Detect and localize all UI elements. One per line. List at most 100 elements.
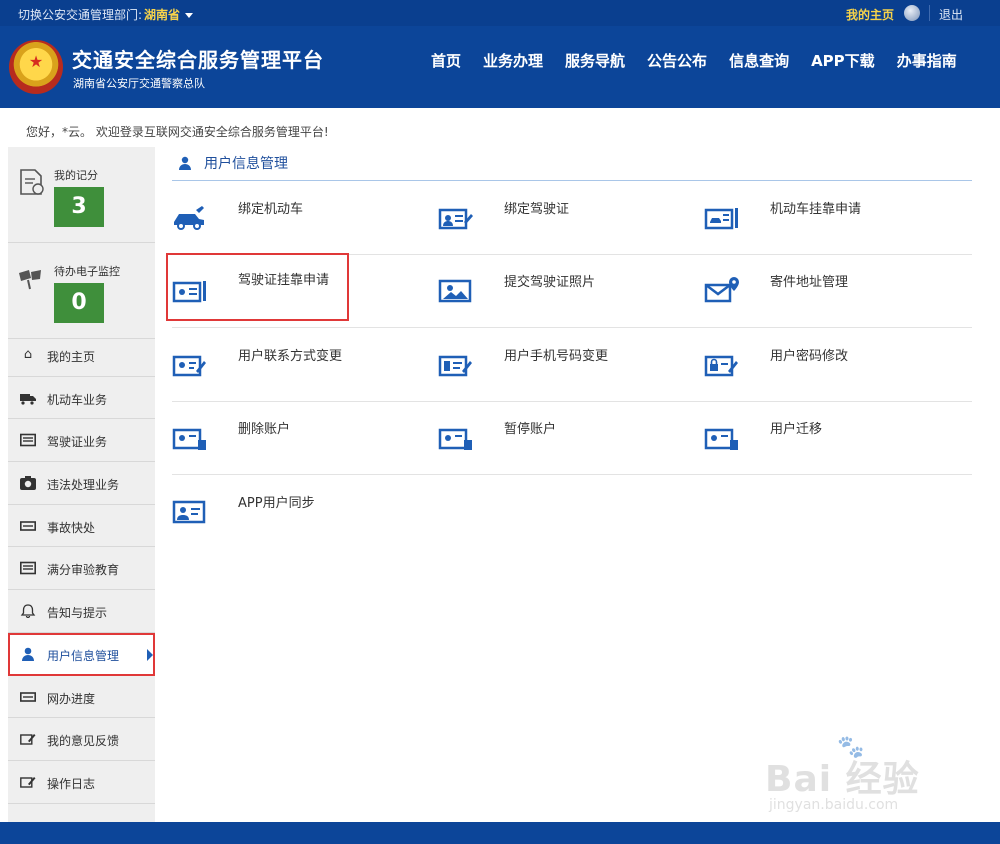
top-bar: 切换公安交通管理部门: 湖南省 我的主页 退出 (0, 0, 1000, 26)
item-label: 用户迁移 (770, 422, 823, 437)
user-icon (179, 156, 191, 170)
header: ★ 交通安全综合服务管理平台 湖南省公安厅交通警察总队 首页 业务办理 服务导航… (0, 26, 1000, 108)
password-change-item[interactable]: 用户密码修改 (704, 329, 970, 402)
bell-icon (20, 604, 36, 619)
delete-account-item[interactable]: 删除账户 (172, 402, 438, 475)
active-arrow-icon (147, 648, 153, 661)
nav-service-guide[interactable]: 服务导航 (554, 50, 636, 71)
sidebar-item-vehicle-business[interactable]: 机动车业务 (8, 377, 155, 420)
service-row: APP用户同步 (172, 476, 972, 549)
main-nav: 首页 业务办理 服务导航 公告公布 信息查询 APP下载 办事指南 (420, 50, 968, 71)
service-row: 绑定机动车 绑定驾驶证 机动车挂靠申请 (172, 182, 972, 255)
item-label: APP用户同步 (238, 496, 315, 511)
score-label: 我的记分 (54, 169, 98, 182)
sidebar-item-violation-business[interactable]: 违法处理业务 (8, 462, 155, 505)
sidebar-item-label: 告知与提示 (47, 606, 108, 621)
service-row: 驾驶证挂靠申请 提交驾驶证照片 寄件地址管理 (166, 253, 972, 328)
sidebar-menu: ⌂ 我的主页 机动车业务 驾驶证业务 违法处理业务 事故快处 满分审验教育 告知… (8, 334, 155, 804)
license-affiliation-item[interactable]: 驾驶证挂靠申请 (166, 253, 349, 321)
sidebar-item-label: 用户信息管理 (47, 648, 120, 663)
service-row: 用户联系方式变更 用户手机号码变更 用户密码修改 (172, 329, 972, 402)
suspend-account-item[interactable]: 暂停账户 (438, 402, 704, 475)
nav-home[interactable]: 首页 (420, 50, 472, 71)
sidebar-item-label: 满分审验教育 (47, 563, 120, 578)
sidebar-item-notices[interactable]: 告知与提示 (8, 590, 155, 633)
department-switch-label: 切换公安交通管理部门: (18, 8, 143, 22)
card-migrate-icon (704, 428, 738, 450)
sidebar-item-user-info[interactable]: 用户信息管理 (8, 632, 155, 676)
item-label: 用户联系方式变更 (238, 349, 343, 364)
item-label: 用户手机号码变更 (504, 349, 609, 364)
card-icon (20, 562, 36, 575)
sidebar-item-label: 操作日志 (47, 776, 96, 791)
monitor-label: 待办电子监控 (54, 265, 120, 278)
camera-flag-icon (19, 270, 41, 290)
card-edit-icon (438, 355, 472, 377)
card-icon (20, 434, 36, 447)
watermark-brand: Bai 经验 (765, 759, 920, 800)
id-card-icon (438, 208, 473, 230)
sidebar-item-accident[interactable]: 事故快处 (8, 505, 155, 548)
item-label: 寄件地址管理 (770, 275, 849, 290)
home-icon: ⌂ (23, 347, 33, 362)
pending-monitor-card[interactable]: 待办电子监控 0 (8, 243, 155, 339)
item-label: 暂停账户 (504, 422, 557, 437)
section-title: 用户信息管理 (178, 153, 288, 173)
user-icon (22, 647, 34, 661)
sidebar-item-label: 网办进度 (47, 691, 96, 706)
user-migration-item[interactable]: 用户迁移 (704, 402, 970, 475)
police-emblem-logo: ★ (9, 40, 63, 94)
sidebar: 我的记分 3 待办电子监控 0 ⌂ 我的主页 机动车业务 驾驶证业务 违法处理业… (8, 147, 155, 822)
sidebar-item-license-business[interactable]: 驾驶证业务 (8, 419, 155, 463)
sidebar-item-full-score-education[interactable]: 满分审验教育 (8, 547, 155, 591)
contact-change-item[interactable]: 用户联系方式变更 (172, 329, 438, 402)
card-delete-icon (172, 428, 206, 450)
department-switch[interactable]: 切换公安交通管理部门: 湖南省 (18, 6, 194, 23)
photo-icon (438, 279, 472, 303)
card-edit-icon (172, 355, 206, 377)
car-card-icon (20, 520, 36, 531)
baidu-jingyan-watermark: 🐾 Bai 经验 jingyan.baidu.com (765, 735, 955, 815)
sidebar-item-operation-log[interactable]: 操作日志 (8, 761, 155, 804)
vehicle-affiliation-item[interactable]: 机动车挂靠申请 (704, 182, 970, 255)
phone-change-item[interactable]: 用户手机号码变更 (438, 329, 704, 402)
chevron-down-icon[interactable] (185, 13, 194, 18)
province-selector[interactable]: 湖南省 (144, 8, 180, 22)
mailing-address-item[interactable]: 寄件地址管理 (704, 255, 970, 328)
footer (0, 822, 1000, 844)
sidebar-item-label: 机动车业务 (47, 392, 108, 407)
item-label: 绑定机动车 (238, 202, 304, 217)
item-label: 机动车挂靠申请 (770, 202, 862, 217)
lock-edit-icon (704, 355, 738, 377)
avatar (904, 5, 920, 21)
sidebar-item-label: 我的主页 (47, 350, 96, 364)
nav-info-query[interactable]: 信息查询 (718, 50, 800, 71)
camera-icon (20, 476, 36, 491)
item-label: 用户密码修改 (770, 349, 849, 364)
sidebar-item-feedback[interactable]: 我的意见反馈 (8, 718, 155, 761)
sidebar-item-label: 事故快处 (47, 520, 96, 535)
nav-guide[interactable]: 办事指南 (886, 50, 968, 71)
my-home-link[interactable]: 我的主页 (846, 0, 924, 26)
card-pause-icon (438, 428, 472, 450)
sidebar-item-progress[interactable]: 网办进度 (8, 676, 155, 719)
sidebar-item-label: 我的意见反馈 (47, 734, 120, 749)
bind-vehicle-item[interactable]: 绑定机动车 (172, 182, 438, 255)
log-icon (20, 776, 36, 788)
sidebar-item-my-home[interactable]: ⌂ 我的主页 (8, 334, 155, 377)
monitor-value: 0 (54, 283, 104, 323)
section-title-text: 用户信息管理 (204, 156, 288, 172)
mail-location-icon (704, 277, 739, 303)
truck-icon (20, 393, 36, 405)
bind-license-item[interactable]: 绑定驾驶证 (438, 182, 704, 255)
nav-business[interactable]: 业务办理 (472, 50, 554, 71)
nav-app-download[interactable]: APP下载 (800, 50, 886, 71)
nav-announcements[interactable]: 公告公布 (636, 50, 718, 71)
divider (929, 5, 930, 21)
submit-license-photo-item[interactable]: 提交驾驶证照片 (438, 255, 704, 328)
item-label: 绑定驾驶证 (504, 202, 570, 217)
my-score-card[interactable]: 我的记分 3 (8, 147, 155, 243)
app-user-sync-item[interactable]: APP用户同步 (172, 476, 438, 549)
service-row: 删除账户 暂停账户 用户迁移 (172, 402, 972, 475)
logout-link[interactable]: 退出 (939, 6, 963, 23)
